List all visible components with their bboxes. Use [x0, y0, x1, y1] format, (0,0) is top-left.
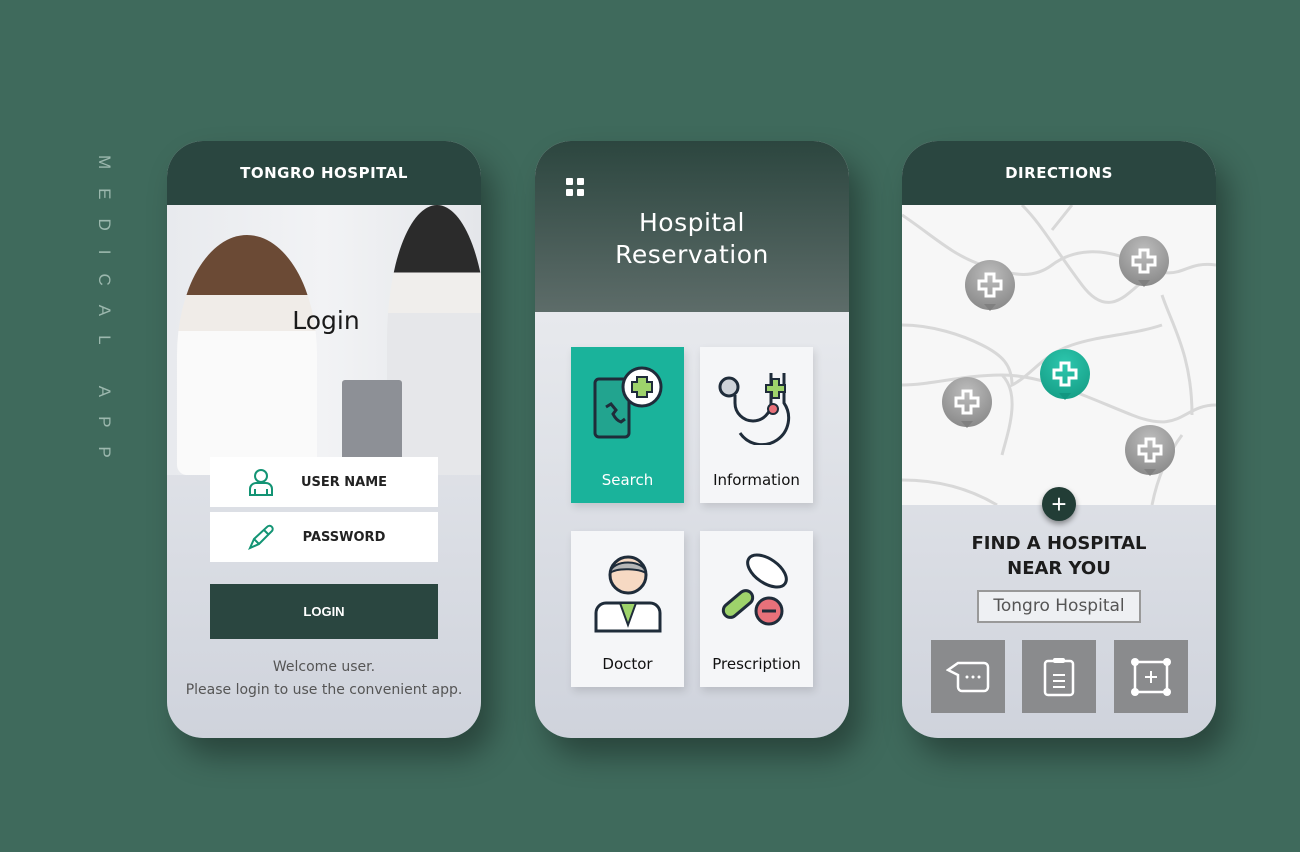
reservation-title: Hospital Reservation	[615, 208, 769, 269]
login-button[interactable]: LOGIN	[210, 584, 438, 639]
tile-search[interactable]: Search	[571, 347, 684, 503]
reservation-screen: Hospital Reservation Search Information D…	[535, 141, 849, 738]
tile-information[interactable]: Information	[700, 347, 813, 503]
password-label: PASSWORD	[302, 529, 386, 545]
chat-button[interactable]	[931, 640, 1005, 713]
zoom-in-button[interactable]: +	[1042, 487, 1076, 521]
side-label: MEDICAL APP	[95, 155, 114, 477]
password-field[interactable]: PASSWORD	[210, 512, 438, 562]
cross-icon	[977, 272, 1003, 298]
tile-doctor[interactable]: Doctor	[571, 531, 684, 687]
tile-label: Search	[601, 471, 654, 489]
cross-icon	[954, 389, 980, 415]
clipboard-icon	[1043, 657, 1075, 696]
welcome-message: Welcome user. Please login to use the co…	[167, 656, 481, 702]
doctors-photo	[167, 205, 481, 475]
selected-hospital-pin[interactable]	[1040, 349, 1090, 400]
tile-prescription[interactable]: Prescription	[700, 531, 813, 687]
reservation-header: Hospital Reservation	[535, 141, 849, 312]
phone-medical-icon	[593, 366, 662, 439]
tile-label: Doctor	[602, 655, 653, 673]
chat-icon	[946, 661, 990, 692]
hospital-pin[interactable]	[965, 260, 1015, 311]
add-area-icon	[1131, 657, 1171, 696]
hospital-name-field[interactable]: Tongro Hospital	[977, 590, 1141, 623]
login-screen: TONGRO HOSPITAL Login USER NAME PASSWORD…	[167, 141, 481, 738]
cross-icon	[1137, 437, 1163, 463]
find-hospital-heading: FIND A HOSPITAL NEAR YOU	[971, 533, 1147, 579]
username-label: USER NAME	[300, 474, 388, 490]
cross-icon	[1131, 248, 1157, 274]
login-heading: Login	[292, 306, 360, 335]
doctor-icon	[594, 555, 661, 633]
username-field[interactable]: USER NAME	[210, 457, 438, 507]
hospital-pin[interactable]	[1125, 425, 1175, 476]
welcome-text: Welcome user.	[272, 659, 376, 675]
hospital-pin[interactable]	[942, 377, 992, 428]
instruction-text: Please login to use the convenient app.	[185, 682, 463, 698]
directions-screen: DIRECTIONS + FIND A HOSPITAL NEAR YOU Ton…	[902, 141, 1216, 738]
header-title: TONGRO HOSPITAL	[167, 141, 481, 205]
stethoscope-icon	[718, 373, 790, 445]
add-area-button[interactable]	[1114, 640, 1188, 713]
header-title: DIRECTIONS	[902, 141, 1216, 205]
map[interactable]	[902, 205, 1216, 505]
menu-grid-icon[interactable]	[566, 178, 584, 196]
clipboard-button[interactable]	[1022, 640, 1096, 713]
hospital-pin[interactable]	[1119, 236, 1169, 287]
tile-label: Prescription	[712, 655, 801, 673]
tile-label: Information	[713, 471, 800, 489]
pills-icon	[721, 553, 788, 626]
cross-icon	[1052, 361, 1078, 387]
